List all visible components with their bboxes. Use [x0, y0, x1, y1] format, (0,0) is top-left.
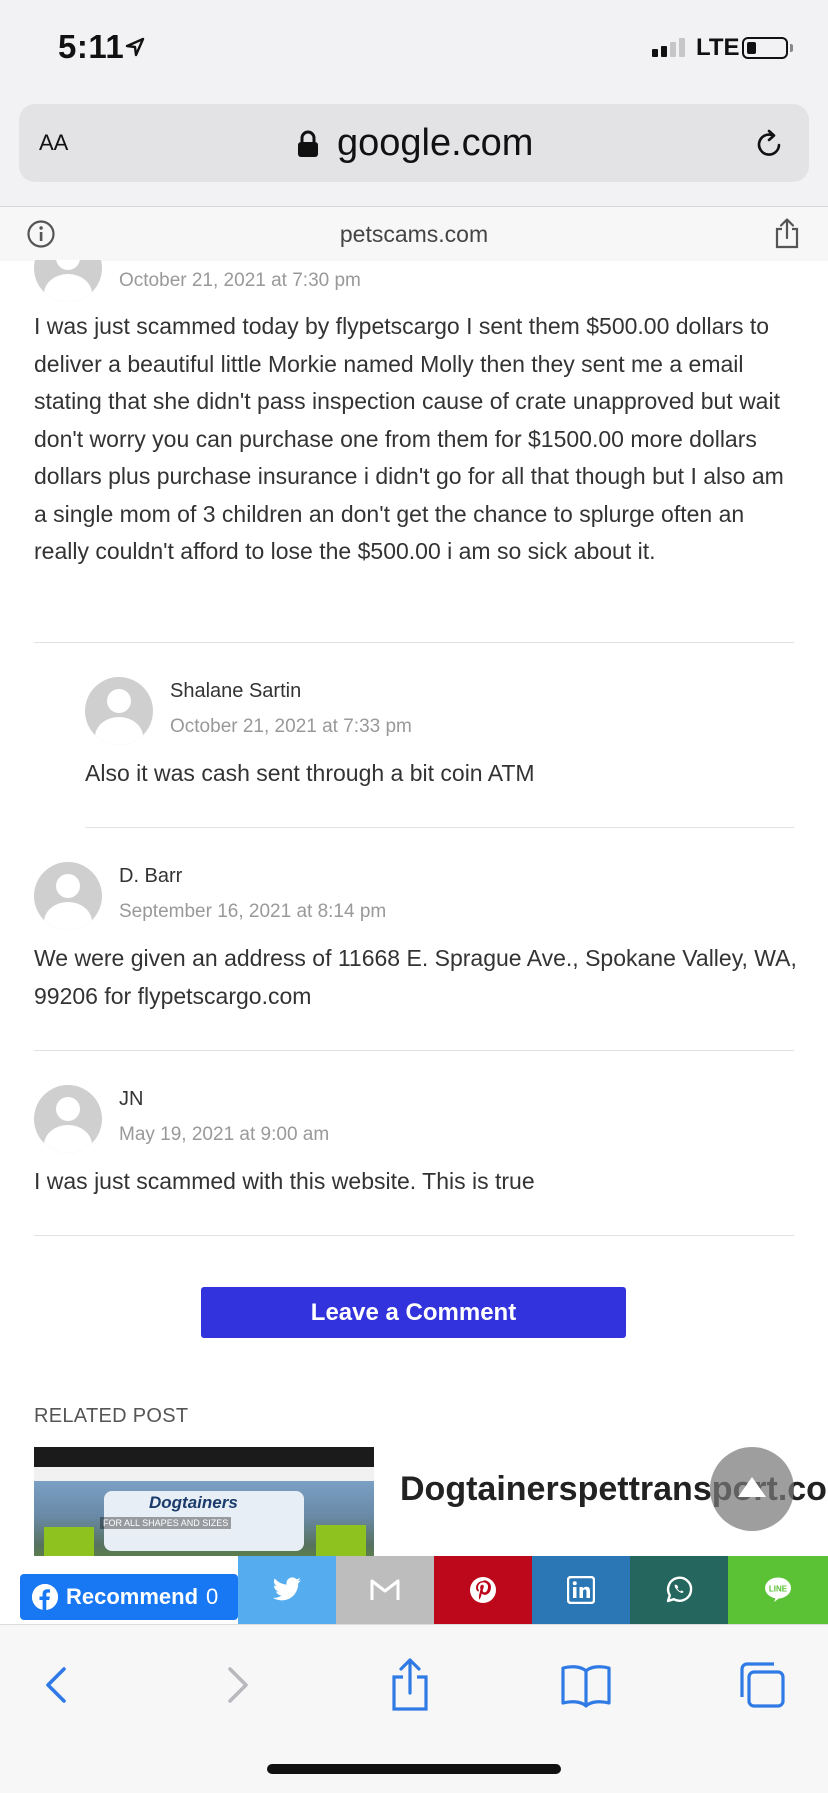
comment-divider: [34, 1235, 794, 1236]
comment-text: I was just scammed today by flypetscargo…: [34, 313, 784, 564]
thumbnail-tagline: FOR ALL SHAPES AND SIZES: [100, 1517, 232, 1529]
comment-text: We were given an address of 11668 E. Spr…: [34, 945, 797, 1009]
line-icon: LINE: [765, 1577, 791, 1602]
share-icon[interactable]: [774, 217, 800, 249]
lock-icon: [298, 130, 318, 157]
recommend-label: Recommend: [66, 1584, 199, 1609]
gmail-icon: [370, 1579, 400, 1600]
status-time: 5:11: [58, 28, 125, 65]
avatar: [34, 1085, 102, 1153]
leave-comment-button[interactable]: Leave a Comment: [201, 1287, 626, 1338]
back-to-top-button[interactable]: [710, 1447, 794, 1531]
comment-divider: [85, 827, 794, 828]
comment-date: October 21, 2021 at 7:30 pm: [119, 270, 361, 291]
avatar: [34, 862, 102, 930]
location-arrow-icon: [125, 37, 145, 57]
comment-divider: [34, 642, 794, 643]
home-indicator: [267, 1764, 561, 1774]
battery-icon: [742, 37, 788, 59]
comment-text: I was just scammed with this website. Th…: [34, 1168, 535, 1194]
arrow-up-icon: [738, 1477, 766, 1497]
comment-date[interactable]: September 16, 2021 at 8:14 pm: [119, 901, 386, 923]
url-text[interactable]: google.com: [337, 122, 533, 165]
comment-author[interactable]: JN: [119, 1088, 143, 1111]
browser-address-area: AA google.com: [0, 100, 828, 206]
bookmarks-icon[interactable]: [556, 1655, 616, 1715]
twitter-share-button[interactable]: [238, 1556, 336, 1624]
linkedin-icon: [567, 1576, 595, 1604]
comment-author[interactable]: D. Barr: [119, 865, 182, 888]
reader-options-button[interactable]: AA: [39, 124, 68, 158]
related-post-thumbnail[interactable]: Dogtainers FOR ALL SHAPES AND SIZES: [34, 1447, 374, 1556]
cellular-signal-icon: [652, 38, 685, 57]
svg-text:LINE: LINE: [769, 1585, 788, 1594]
aa-label: AA: [39, 130, 69, 155]
social-share-bar: Recommend 0 LINE: [0, 1556, 828, 1624]
pinterest-share-button[interactable]: [434, 1556, 532, 1624]
carrier-label: LTE: [696, 34, 740, 61]
facebook-icon: [32, 1584, 58, 1610]
avatar: [34, 260, 102, 302]
gmail-share-button[interactable]: [336, 1556, 434, 1624]
site-header-bar: petscams.com: [0, 206, 828, 261]
comment-text: Also it was cash sent through a bit coin…: [85, 760, 535, 786]
status-bar: 5:11 LTE: [0, 0, 828, 100]
back-icon[interactable]: [28, 1655, 88, 1715]
twitter-icon: [272, 1577, 301, 1601]
comment-date[interactable]: May 19, 2021 at 9:00 am: [119, 1124, 329, 1146]
facebook-recommend-button[interactable]: Recommend 0: [20, 1574, 238, 1620]
comment-date[interactable]: October 21, 2021 at 7:33 pm: [170, 716, 412, 738]
pinterest-icon: [470, 1577, 496, 1603]
thumbnail-logo: Dogtainers: [149, 1493, 238, 1512]
avatar: [85, 677, 153, 745]
battery-tip: [790, 44, 793, 52]
whatsapp-icon: [666, 1576, 693, 1603]
forward-icon[interactable]: [206, 1655, 266, 1715]
comment-author[interactable]: Shalane Sartin: [170, 680, 301, 703]
linkedin-share-button[interactable]: [532, 1556, 630, 1624]
comments-section: October 21, 2021 at 7:30 pm I was just s…: [0, 260, 828, 1556]
reload-icon[interactable]: [753, 128, 785, 160]
line-share-button[interactable]: LINE: [728, 1556, 828, 1624]
comment-divider: [34, 1050, 794, 1051]
recommend-count: 0: [206, 1584, 219, 1609]
related-post-heading: RELATED POST: [34, 1405, 189, 1427]
facebook-recommend-wrap: Recommend 0: [0, 1556, 238, 1624]
whatsapp-share-button[interactable]: [630, 1556, 728, 1624]
share-icon[interactable]: [380, 1655, 440, 1715]
tabs-icon[interactable]: [732, 1655, 792, 1715]
address-bar[interactable]: AA google.com: [19, 104, 809, 182]
site-host: petscams.com: [339, 221, 489, 247]
